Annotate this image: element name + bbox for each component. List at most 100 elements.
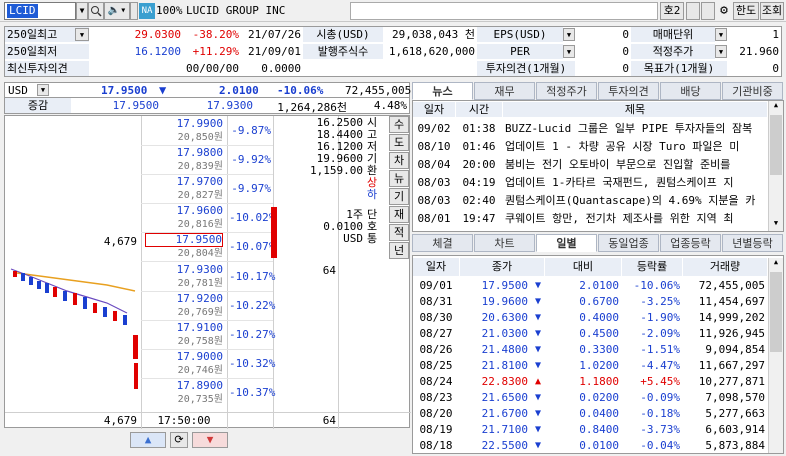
daily-tab[interactable]: 동일업종 [598, 234, 659, 252]
daily-row[interactable]: 08/19 21.7100 ▼ 0.8400 -3.73% 6,603,914 [413, 422, 767, 438]
news-tab[interactable]: 배당 [660, 82, 721, 100]
news-time[interactable]: 01:46 [456, 138, 502, 156]
side-button[interactable]: 차 [389, 152, 409, 169]
search-icon[interactable] [88, 2, 104, 20]
scroll-down-icon[interactable]: ▼ [769, 219, 783, 227]
daily-row[interactable]: 08/23 21.6500 ▼ 0.0200 -0.09% 7,098,570 [413, 390, 767, 406]
daily-row[interactable]: 08/26 21.4800 ▼ 0.3300 -1.51% 9,094,854 [413, 342, 767, 358]
daily-scrollbar[interactable]: ▲ [768, 258, 783, 453]
side-button[interactable]: 기 [389, 188, 409, 205]
scroll-thumb[interactable] [770, 272, 782, 352]
daily-row[interactable]: 09/01 17.9500 ▼ 2.0100 -10.06% 72,455,005 [413, 278, 767, 294]
ladder-price[interactable]: 17.9500 [145, 233, 223, 247]
query-button[interactable]: 조회 [760, 2, 784, 20]
info-value: 0 [772, 62, 779, 75]
daily-row[interactable]: 08/31 19.9600 ▼ 0.6700 -3.25% 11,454,697 [413, 294, 767, 310]
side-button[interactable]: 도 [389, 134, 409, 151]
window-icon[interactable] [701, 2, 715, 20]
ladder-price[interactable]: 17.9700 [145, 175, 223, 189]
info-value: 00/00/00 [186, 62, 239, 75]
daily-row[interactable]: 08/25 21.8100 ▼ 1.0200 -4.47% 11,667,297 [413, 358, 767, 374]
news-tab[interactable]: 적정주가 [536, 82, 597, 100]
limit-button[interactable]: 한도 [733, 2, 759, 20]
candle [63, 291, 67, 301]
daily-tab[interactable]: 업종등락 [660, 234, 721, 252]
side-button[interactable]: 적 [389, 224, 409, 241]
news-date[interactable]: 08/04 [413, 156, 455, 174]
memo-field[interactable] [350, 2, 658, 20]
daily-change: 0.0200 [579, 391, 619, 404]
news-headline[interactable]: 퀀텀스케이프(Quantascape)의 4.69% 지분을 카 [505, 192, 767, 210]
news-time[interactable]: 19:47 [456, 210, 502, 228]
news-headline[interactable]: 쿠웨이트 항만, 전기차 제조사를 위한 지역 최 [505, 210, 767, 228]
refresh-icon[interactable]: ⟳ [170, 432, 188, 448]
news-headline[interactable]: 붐비는 전기 오토바이 부문으로 진입할 준비를 [505, 156, 767, 174]
daily-row[interactable]: 08/18 22.5500 ▼ 0.0100 -0.04% 5,873,884 [413, 438, 767, 454]
dropdown-arrow[interactable]: ▼ [715, 45, 727, 58]
dropdown-arrow[interactable]: ▼ [75, 28, 89, 41]
dropdown-arrow[interactable]: ▼ [563, 28, 575, 41]
slot-button[interactable]: 호2 [660, 2, 684, 20]
daily-tab[interactable]: 차트 [474, 234, 535, 252]
news-tab[interactable]: 투자의견 [598, 82, 659, 100]
news-time[interactable]: 20:00 [456, 156, 502, 174]
ladder-price[interactable]: 17.9100 [145, 321, 223, 335]
currency-dropdown[interactable]: ▼ [37, 84, 49, 96]
separator-handle[interactable] [130, 2, 138, 20]
dropdown-arrow[interactable]: ▼ [563, 45, 575, 58]
news-date[interactable]: 08/03 [413, 192, 455, 210]
daily-date: 08/24 [419, 375, 453, 388]
ladder-price[interactable]: 17.9800 [145, 146, 223, 160]
scroll-up-icon[interactable]: ▲ [769, 258, 783, 266]
news-tab[interactable]: 뉴스 [412, 82, 473, 100]
news-time[interactable]: 04:19 [456, 174, 502, 192]
ladder-qty: 20,827원 [177, 190, 223, 201]
side-button[interactable]: 수 [389, 116, 409, 133]
scroll-down-button[interactable]: ▼ [192, 432, 228, 448]
gear-icon[interactable]: ⚙ [716, 2, 732, 20]
ladder-qty: 20,816원 [177, 219, 223, 230]
scroll-up-icon[interactable]: ▲ [769, 101, 783, 109]
ladder-price[interactable]: 17.9600 [145, 204, 223, 218]
news-headline[interactable]: BUZZ-Lucid 그룹은 일부 PIPE 투자자들의 잠복 [505, 120, 767, 138]
ladder-price[interactable]: 17.8900 [145, 379, 223, 393]
down-arrow-icon: ▼ [534, 344, 542, 355]
scroll-thumb[interactable] [770, 115, 782, 175]
info-label: 최신투자의견 [5, 61, 89, 76]
news-date[interactable]: 08/10 [413, 138, 455, 156]
daily-table: 일자 종가 대비 등락률 거래량 09/01 17.9500 ▼ 2.0100 -10.… [412, 255, 784, 454]
news-date[interactable]: 08/01 [413, 210, 455, 228]
news-time[interactable]: 01:38 [456, 120, 502, 138]
news-date[interactable]: 09/02 [413, 120, 455, 138]
daily-tab[interactable]: 년별등락 [722, 234, 783, 252]
save-icon[interactable] [686, 2, 700, 20]
news-scrollbar[interactable]: ▲ ▼ [768, 101, 783, 231]
ticker-input[interactable]: LCID [4, 2, 76, 20]
daily-tab[interactable]: 체결 [412, 234, 473, 252]
news-tab[interactable]: 재무 [474, 82, 535, 100]
side-button[interactable]: 재 [389, 206, 409, 223]
news-headline[interactable]: 업데이트 1-카타르 국재펀드, 퀀텀스케이프 지 [505, 174, 767, 192]
info-label: 발행주식수 [303, 44, 383, 59]
daily-row[interactable]: 08/27 21.0300 ▼ 0.4500 -2.09% 11,926,945 [413, 326, 767, 342]
news-time[interactable]: 02:40 [456, 192, 502, 210]
stat-amt: 1,159.00 [310, 164, 363, 177]
ticker-dropdown[interactable]: ▼ [76, 2, 88, 20]
news-tab[interactable]: 기관비중 [722, 82, 783, 100]
ladder-price[interactable]: 17.9900 [145, 117, 223, 131]
daily-row[interactable]: 08/24 22.8300 ▲ 1.1800 +5.45% 10,277,871 [413, 374, 767, 390]
daily-row[interactable]: 08/30 20.6300 ▼ 0.4000 -1.90% 14,999,202 [413, 310, 767, 326]
news-headline[interactable]: 업데이트 1 - 차량 공유 시장 Turo 파일은 미 [505, 138, 767, 156]
speaker-icon[interactable]: 🔈▾ [104, 2, 130, 20]
ladder-price[interactable]: 17.9200 [145, 292, 223, 306]
news-date[interactable]: 08/03 [413, 174, 455, 192]
daily-row[interactable]: 08/20 21.6700 ▼ 0.0400 -0.18% 5,277,663 [413, 406, 767, 422]
ladder-price[interactable]: 17.9000 [145, 350, 223, 364]
daily-date: 08/20 [419, 407, 453, 420]
side-button[interactable]: 넌 [389, 242, 409, 259]
ladder-price[interactable]: 17.9300 [145, 263, 223, 277]
dropdown-arrow[interactable]: ▼ [715, 28, 727, 41]
daily-tab[interactable]: 일별 [536, 234, 597, 252]
scroll-up-button[interactable]: ▲ [130, 432, 166, 448]
side-button[interactable]: 뉴 [389, 170, 409, 187]
